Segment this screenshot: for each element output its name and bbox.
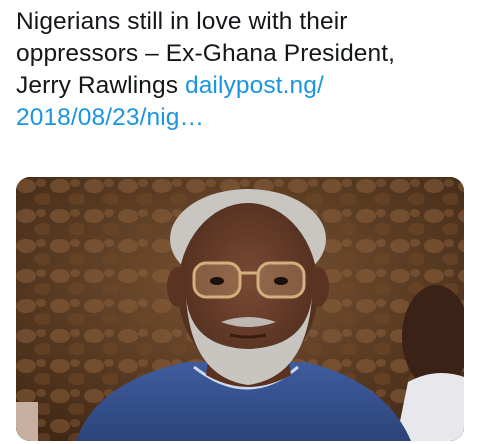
tweet-text-line-2: oppressors – Ex-Ghana President, (16, 40, 396, 67)
tweet-text: Nigerians still in love with their oppre… (16, 6, 466, 134)
article-link-continued[interactable]: 2018/08/23/nig… (16, 102, 466, 134)
tweet-text-line-3-text: Jerry Rawlings (16, 72, 179, 99)
tweet-text-line-3: Jerry Rawlings dailypost.ng/ (16, 70, 466, 102)
tweet-text-line-1: Nigerians still in love with their (16, 8, 348, 35)
photo-of-man-icon (16, 177, 464, 441)
article-link[interactable]: dailypost.ng/ (185, 72, 324, 99)
tweet-media-photo[interactable] (16, 177, 464, 441)
